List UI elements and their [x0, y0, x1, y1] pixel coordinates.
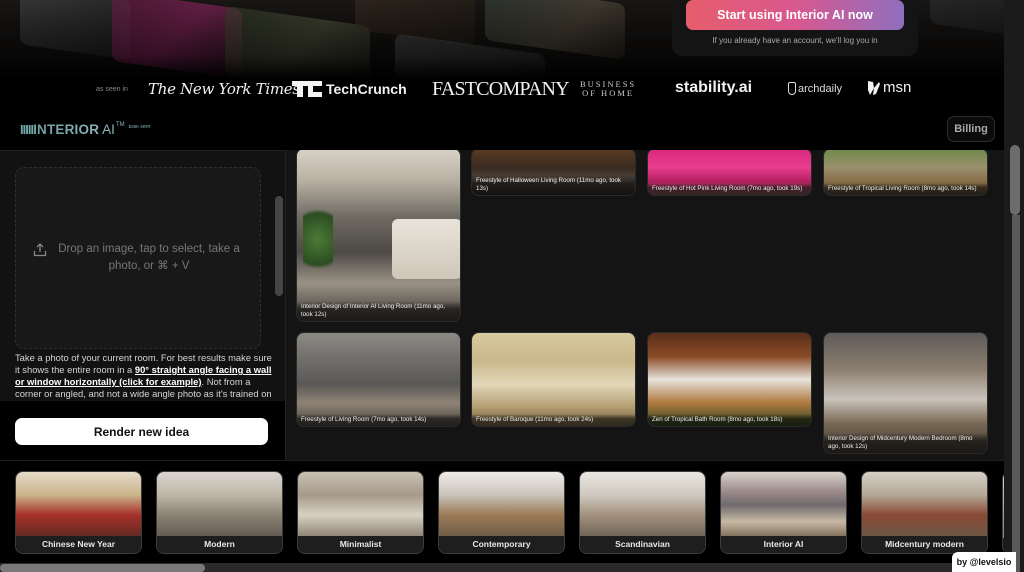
gallery-caption: Freestyle of Tropical Living Room (8mo a…	[824, 182, 987, 195]
gallery-caption: Freestyle of Halloween Living Room (11mo…	[472, 175, 635, 195]
style-image	[1003, 472, 1004, 538]
techcrunch-mark-icon	[292, 81, 322, 97]
billing-button[interactable]: Billing	[947, 116, 995, 142]
gallery-item[interactable]: Freestyle of Tropical Living Room (8mo a…	[823, 150, 988, 196]
gallery-image	[472, 333, 635, 426]
style-card-scandinavian[interactable]: Scandinavian	[579, 471, 706, 554]
style-image	[721, 472, 846, 538]
style-image	[298, 472, 423, 538]
style-card-partial[interactable]	[1002, 471, 1004, 554]
interior-ai-logo[interactable]: IIIII INTERIOR AI TM $38K MRR	[20, 122, 151, 137]
render-gallery: Interior Design of Interior AI Living Ro…	[285, 150, 1004, 460]
gallery-item[interactable]: Interior Design of Interior AI Living Ro…	[296, 150, 461, 322]
login-note: If you already have an account, we'll lo…	[712, 36, 878, 45]
gallery-caption: Interior Design of Interior AI Living Ro…	[297, 301, 460, 321]
style-card-chinese-new-year[interactable]: Chinese New Year	[15, 471, 142, 554]
levelsio-credit-link[interactable]: by @levelsio	[952, 552, 1016, 572]
press-logos: as seen in The New York Times TechCrunch…	[0, 76, 1024, 106]
signup-cta-box: Start using Interior AI now If you alrea…	[672, 0, 918, 56]
page-scrollbar-thumb[interactable]	[1010, 145, 1020, 215]
style-label: Chinese New Year	[16, 536, 141, 553]
style-image	[862, 472, 987, 538]
style-card-midcentury-modern[interactable]: Midcentury modern	[861, 471, 988, 554]
gallery-item[interactable]: Freestyle of Living Room (7mo ago, took …	[296, 332, 461, 427]
archdaily-wordmark: archdaily	[798, 82, 843, 95]
style-label: Modern	[157, 536, 282, 553]
gallery-item[interactable]: Freestyle of Baroque (11mo ago, took 24s…	[471, 332, 636, 427]
gallery-image	[297, 333, 460, 426]
gallery-item[interactable]: Freestyle of Hot Pink Living Room (7mo a…	[647, 150, 812, 196]
nyt-logo: The New York Times	[148, 80, 300, 98]
style-card-contemporary[interactable]: Contemporary	[438, 471, 565, 554]
upload-panel: Drop an image, tap to select, take a pho…	[0, 150, 285, 463]
photo-instructions: Take a photo of your current room. For b…	[15, 352, 273, 400]
gallery-item[interactable]: Zen of Tropical Bath Room (8mo ago, took…	[647, 332, 812, 427]
trademark: TM	[115, 122, 125, 128]
gallery-item[interactable]: Freestyle of Halloween Living Room (11mo…	[471, 150, 636, 196]
brand-ai: AI	[102, 122, 115, 137]
style-strip-scrollbar-thumb[interactable]	[0, 564, 205, 572]
render-bar: Render new idea	[0, 401, 285, 463]
msn-wordmark: msn	[883, 79, 912, 96]
style-label: Interior AI	[721, 536, 846, 553]
gallery-item[interactable]: Interior Design of Midcentury Modern Bed…	[823, 332, 988, 454]
gallery-image	[648, 333, 811, 426]
techcrunch-wordmark: TechCrunch	[326, 81, 407, 97]
style-label: Contemporary	[439, 536, 564, 553]
style-label: Scandinavian	[580, 536, 705, 553]
mrr-badge: $38K MRR	[128, 124, 151, 129]
style-label: Minimalist	[298, 536, 423, 553]
style-label: Midcentury modern	[862, 536, 987, 553]
plant-decor	[303, 199, 333, 279]
gallery-caption: Zen of Tropical Bath Room (8mo ago, took…	[648, 413, 811, 426]
msn-butterfly-icon	[868, 80, 880, 95]
style-card-modern[interactable]: Modern	[156, 471, 283, 554]
as-seen-in-label: as seen in	[96, 86, 128, 93]
archdaily-mark-icon	[788, 82, 796, 95]
style-card-minimalist[interactable]: Minimalist	[297, 471, 424, 554]
dropzone-text: Drop an image, tap to select, take a pho…	[58, 243, 240, 272]
brand-name: INTERIOR	[33, 122, 100, 137]
gallery-caption: Freestyle of Living Room (7mo ago, took …	[297, 413, 460, 426]
upload-icon	[33, 243, 47, 257]
image-dropzone[interactable]: Drop an image, tap to select, take a pho…	[15, 167, 261, 349]
start-using-button[interactable]: Start using Interior AI now	[686, 0, 904, 30]
business-of-home-logo: BUSINESS OF HOME	[580, 80, 636, 98]
msn-logo: msn	[867, 79, 911, 96]
gallery-caption: Freestyle of Hot Pink Living Room (7mo a…	[648, 182, 811, 195]
app-header: IIIII INTERIOR AI TM $38K MRR	[0, 110, 1004, 150]
style-selector: Chinese New Year Modern Minimalist Conte…	[0, 460, 1004, 564]
boh-line-2: OF HOME	[582, 88, 635, 98]
style-image	[16, 472, 141, 538]
style-image	[580, 472, 705, 538]
archdaily-logo: archdaily	[788, 82, 842, 95]
style-card-interior-ai[interactable]: Interior AI	[720, 471, 847, 554]
left-panel-scrollbar[interactable]	[275, 196, 283, 296]
style-image	[439, 472, 564, 538]
render-new-idea-button[interactable]: Render new idea	[15, 418, 268, 445]
page-scrollbar-lower[interactable]	[1012, 215, 1020, 572]
stability-ai-logo: stability.ai	[675, 79, 753, 96]
techcrunch-logo: TechCrunch	[292, 81, 407, 97]
sofa-decor	[392, 219, 460, 279]
interior-ai-page: Start using Interior AI now If you alrea…	[0, 0, 1024, 572]
gallery-caption: Freestyle of Baroque (11mo ago, took 24s…	[472, 413, 635, 426]
style-image	[157, 472, 282, 538]
fastcompany-logo: FASTCOMPANY	[432, 78, 570, 100]
logo-bars-icon: IIIII	[20, 122, 34, 137]
gallery-caption: Interior Design of Midcentury Modern Bed…	[824, 433, 987, 453]
